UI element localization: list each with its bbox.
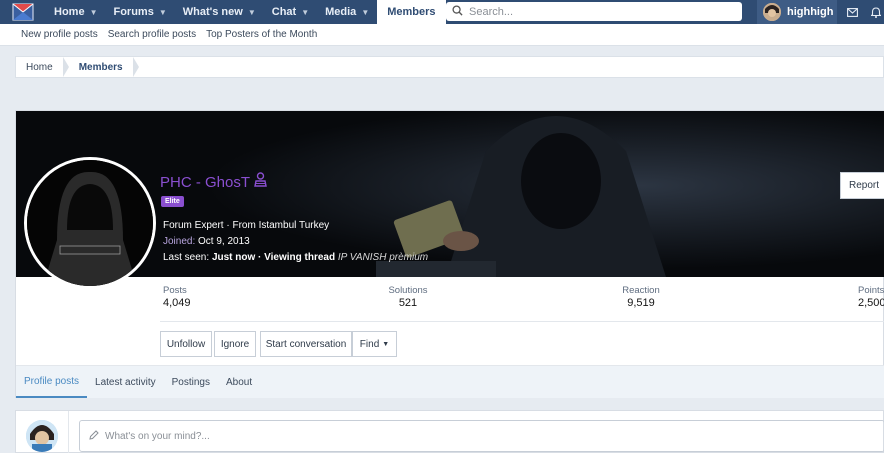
new-profile-posts-link[interactable]: New profile posts [21,29,98,40]
profile-avatar[interactable] [24,157,156,289]
search-box[interactable] [446,2,742,21]
profile-name: PHC - GhosT [160,172,267,191]
stat-points[interactable]: Points 2,500 [858,285,884,309]
top-navigation: Home ▼ Forums ▼ What's new ▼ Chat ▼ Media ▼ M… [0,0,884,24]
top-posters-link[interactable]: Top Posters of the Month [206,29,317,40]
ignore-button[interactable]: Ignore [214,331,256,357]
username-label: highhigh [787,6,834,18]
nav-chat[interactable]: Chat ▼ [264,0,317,24]
unfollow-button[interactable]: Unfollow [160,331,212,357]
breadcrumb: Home Members [15,56,884,78]
user-menu[interactable]: highhigh [757,0,837,24]
chevron-down-icon[interactable]: ▼ [90,8,98,17]
bell-icon[interactable] [867,0,884,24]
search-input[interactable] [469,5,719,18]
title-line: Forum Expert · From Istambul Turkey [163,220,330,231]
stat-value: 521 [398,297,418,309]
stat-posts[interactable]: Posts 4,049 [163,285,191,309]
caret-down-icon: ▼ [382,340,390,348]
last-seen-line: Last seen: Just now · Viewing thread IP … [163,252,428,263]
search-profile-posts-link[interactable]: Search profile posts [108,29,196,40]
chevron-down-icon[interactable]: ▼ [159,8,167,17]
post-input[interactable] [105,430,805,442]
nav-media[interactable]: Media ▼ [317,0,377,24]
profile-post-composer [15,410,884,453]
stat-value: 4,049 [163,297,191,309]
tab-profile-posts[interactable]: Profile posts [16,366,88,398]
search-icon [452,4,463,19]
last-seen-value: Just now · Viewing thread [211,252,336,263]
stat-label: Reaction [622,285,660,296]
member-profile-card: PHC - GhosT Elite Forum Expert · From Is… [15,110,884,398]
sub-navigation: New profile posts Search profile posts T… [0,24,884,46]
profile-tabs: Profile posts Latest activity Postings A… [16,365,884,398]
user-icon [254,172,267,191]
divider [68,411,69,453]
chevron-down-icon[interactable]: ▼ [301,8,309,17]
user-badge: Elite [161,196,184,207]
find-label: Find [359,338,380,350]
stat-solutions[interactable]: Solutions 521 [388,285,428,309]
post-input-field[interactable] [79,420,884,452]
avatar [763,3,781,21]
report-button[interactable]: Report [840,172,884,199]
tab-postings[interactable]: Postings [164,366,218,398]
divider [160,321,884,322]
stat-value: 9,519 [627,297,655,309]
last-seen-label: Last seen: [163,252,210,263]
last-seen-thread-link[interactable]: IP VANISH prèmium [338,252,428,263]
stat-value: 2,500 [858,297,884,309]
chevron-down-icon[interactable]: ▼ [361,8,369,17]
nav-forums[interactable]: Forums ▼ [105,0,174,24]
joined-value: Oct 9, 2013 [198,236,250,247]
start-conversation-button[interactable]: Start conversation [260,331,352,357]
stat-label: Solutions [388,285,428,296]
joined-label: Joined: [163,236,196,247]
nav-whats-new[interactable]: What's new ▼ [175,0,264,24]
stat-reaction[interactable]: Reaction 9,519 [621,285,661,309]
find-button[interactable]: Find ▼ [352,331,397,357]
pencil-icon [89,429,99,443]
avatar [26,420,58,452]
nav-home[interactable]: Home ▼ [46,0,105,24]
breadcrumb-separator [132,57,139,77]
tab-about[interactable]: About [218,366,260,398]
tab-latest-activity[interactable]: Latest activity [87,366,164,398]
breadcrumb-members[interactable]: Members [69,57,133,77]
inbox-icon[interactable] [843,0,861,24]
site-logo[interactable] [0,0,46,24]
nav-members[interactable]: Members [377,0,446,24]
stat-label: Posts [163,285,187,296]
chevron-down-icon[interactable]: ▼ [248,8,256,17]
breadcrumb-home[interactable]: Home [16,57,63,77]
joined-line: Joined: Oct 9, 2013 [163,236,250,247]
stat-label: Points [858,285,884,296]
